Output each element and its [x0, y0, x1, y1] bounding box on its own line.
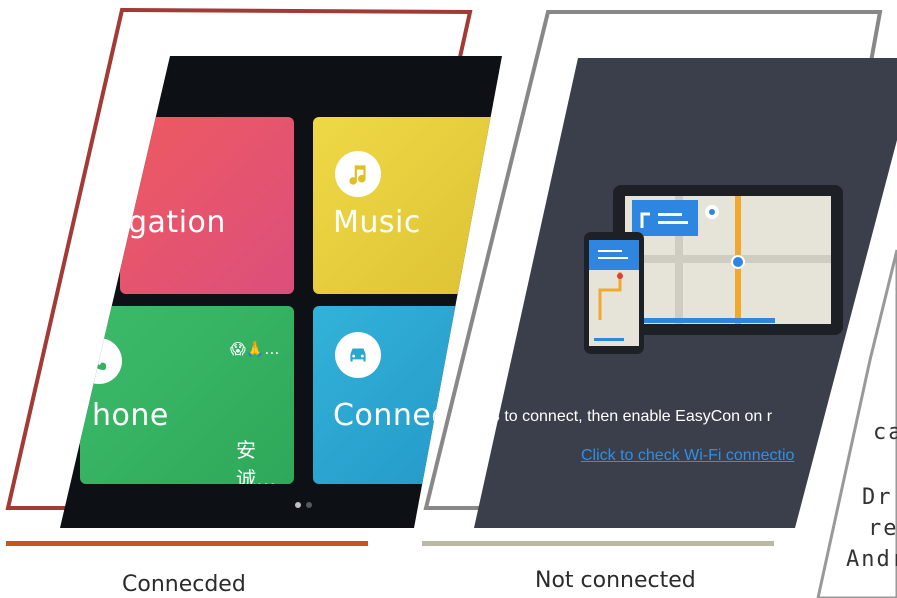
car-icon: [335, 332, 381, 378]
phone-tile[interactable]: 😱🙏… hone 安诚…: [80, 306, 294, 484]
phone-status-emoji: 😱🙏…: [230, 340, 280, 358]
devices-illustration: [584, 185, 843, 354]
side-text-line4: Andr: [846, 547, 897, 572]
phone-status-name: 安诚…: [236, 438, 276, 484]
connect-tile[interactable]: Connec: [313, 306, 502, 484]
page-indicator-active[interactable]: [295, 502, 301, 508]
phone-icon: [80, 338, 122, 384]
side-text-line1: ca: [873, 420, 897, 445]
side-text-line2: Dr: [862, 485, 893, 510]
music-note-icon: [335, 151, 381, 197]
navigation-label: gation: [128, 205, 226, 240]
page-indicator-inactive[interactable]: [306, 502, 312, 508]
side-text-line3: re: [868, 516, 897, 541]
navigation-tile[interactable]: gation: [120, 117, 294, 294]
connected-caption: Connecded: [122, 572, 246, 597]
music-label: Music: [333, 205, 421, 240]
connection-instruction: 3 to connect, then enable EasyCon on r: [491, 408, 773, 425]
not-connected-caption: Not connected: [535, 568, 696, 593]
connected-underline: [6, 541, 368, 546]
connect-label: Connec: [333, 398, 449, 433]
phone-label: hone: [92, 398, 169, 433]
not-connected-underline: [422, 541, 774, 546]
music-tile[interactable]: Music: [313, 117, 502, 294]
wifi-check-link[interactable]: Click to check Wi-Fi connectio: [581, 447, 794, 465]
